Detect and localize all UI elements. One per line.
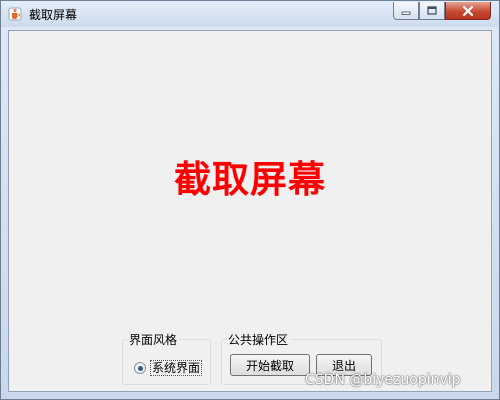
close-icon [462,5,474,16]
maximize-button[interactable] [419,2,445,20]
maximize-icon [427,5,437,15]
headline-label: 截取屏幕 [174,157,326,201]
start-capture-button[interactable]: 开始截取 [230,354,310,376]
radio-button[interactable] [134,362,146,374]
java-cup-icon [8,7,22,21]
radio-selected-dot [137,365,143,371]
window-title: 截取屏幕 [29,8,78,22]
system-ui-radio-label[interactable]: 系统界面 [150,360,203,376]
style-group-legend: 界面风格 [127,331,180,348]
minimize-icon [401,11,411,15]
close-button[interactable] [445,2,491,20]
minimize-button[interactable] [393,2,419,20]
client-area: 截取屏幕 界面风格 系统界面 公共操作区 开始截取 退出 [8,30,492,392]
csdn-watermark: CSDN @biyezuopinvip [305,372,461,388]
title-bar[interactable]: 截取屏幕 [1,1,499,27]
app-window: 截取屏幕 截取屏幕 界面风格 系统界面 公共操作区 开始截取 退出 [0,0,500,400]
system-ui-radio[interactable]: 系统界面 [134,360,203,376]
style-group: 界面风格 系统界面 [122,331,211,385]
ops-group-legend: 公共操作区 [226,331,291,348]
